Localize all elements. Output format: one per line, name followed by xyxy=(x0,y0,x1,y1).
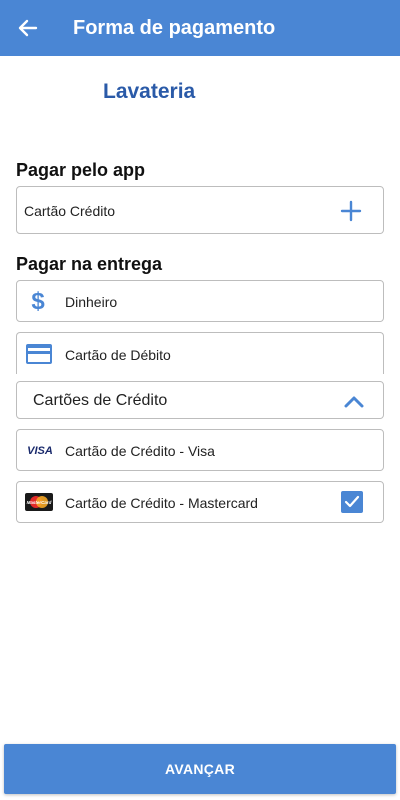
app-bar: Forma de pagamento xyxy=(0,0,400,56)
credit-cards-dropdown[interactable]: Cartões de Crédito xyxy=(16,381,384,419)
svg-text:VISA: VISA xyxy=(27,445,53,457)
credit-card-app-option[interactable]: Cartão Crédito xyxy=(16,186,384,234)
arrow-left-icon xyxy=(18,19,38,37)
credit-card-visa-label: Cartão de Crédito - Visa xyxy=(65,443,215,459)
section-title-pay-delivery: Pagar na entrega xyxy=(16,254,163,274)
chevron-up-icon[interactable] xyxy=(343,391,365,411)
page-title: Forma de pagamento xyxy=(73,17,276,39)
add-card-button[interactable] xyxy=(339,199,363,223)
svg-text:MasterCard: MasterCard xyxy=(27,500,52,505)
credit-card-app-label: Cartão Crédito xyxy=(24,203,116,219)
section-title-pay-app: Pagar pelo app xyxy=(16,160,146,180)
credit-cards-dropdown-label: Cartões de Crédito xyxy=(33,392,168,409)
credit-card-mastercard-option[interactable]: MasterCard Cartão de Crédito - Mastercar… xyxy=(16,481,384,523)
debit-card-icon xyxy=(25,343,53,365)
dollar-icon: $ xyxy=(25,288,51,314)
cash-label: Dinheiro xyxy=(65,294,118,310)
store-name: Lavateria xyxy=(103,80,196,103)
svg-text:$: $ xyxy=(31,288,45,314)
next-button[interactable]: AVANÇAR xyxy=(4,744,396,794)
debit-card-option[interactable]: Cartão de Débito xyxy=(16,332,384,374)
mastercard-icon: MasterCard xyxy=(25,493,53,511)
mastercard-checkbox[interactable] xyxy=(341,491,363,513)
credit-card-mastercard-label: Cartão de Crédito - Mastercard xyxy=(65,495,258,511)
back-button[interactable] xyxy=(14,14,42,42)
credit-card-visa-option[interactable]: VISA Cartão de Crédito - Visa xyxy=(16,429,384,471)
visa-icon: VISA xyxy=(25,443,55,457)
cash-option[interactable]: $ Dinheiro xyxy=(16,280,384,322)
plus-icon xyxy=(340,200,362,222)
debit-card-label: Cartão de Débito xyxy=(65,347,171,363)
check-icon xyxy=(344,495,360,508)
